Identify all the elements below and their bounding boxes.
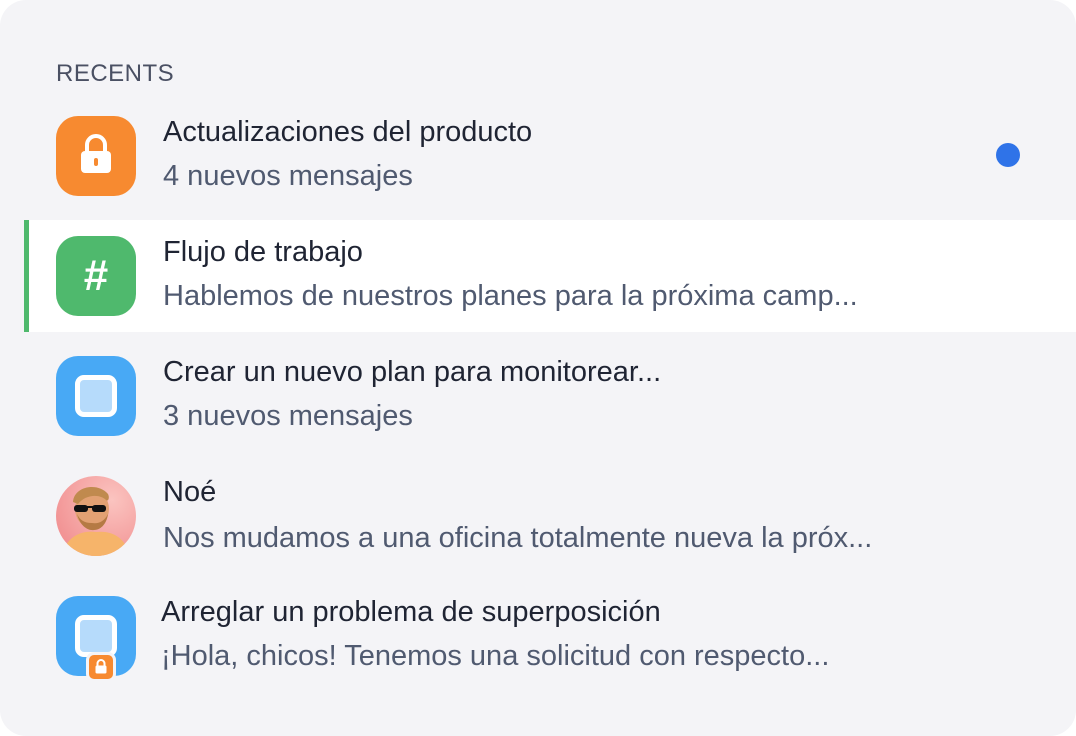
square-icon [56,356,136,436]
conversation-item[interactable]: Noé Nos mudamos a una oficina totalmente… [24,460,1076,572]
conversation-title: Flujo de trabajo [163,236,363,268]
conversation-subtitle: Hablemos de nuestros planes para la próx… [163,280,858,312]
lock-icon [56,116,136,196]
conversation-subtitle: ¡Hola, chicos! Tenemos una solicitud con… [161,640,830,672]
hash-icon: # [56,236,136,316]
conversation-title: Crear un nuevo plan para monitorear... [163,356,662,388]
conversation-subtitle: 3 nuevos mensajes [163,400,413,432]
recents-panel: RECENTS Actualizaciones del producto 4 n… [0,0,1076,736]
conversation-item-active[interactable]: # Flujo de trabajo Hablemos de nuestros … [24,220,1076,332]
conversation-title: Arreglar un problema de superposición [161,596,661,628]
recents-heading: RECENTS [56,60,175,87]
conversation-subtitle: Nos mudamos a una oficina totalmente nue… [163,522,873,554]
conversation-item[interactable]: Arreglar un problema de superposición ¡H… [24,582,1076,694]
avatar [56,476,136,556]
conversation-title: Noé [163,476,217,508]
conversation-subtitle: 4 nuevos mensajes [163,160,413,192]
unread-dot [996,143,1020,167]
conversation-title: Actualizaciones del producto [163,116,533,148]
conversation-item[interactable]: Actualizaciones del producto 4 nuevos me… [24,116,1076,228]
lock-badge-icon [86,652,116,682]
conversation-item[interactable]: Crear un nuevo plan para monitorear... 3… [24,340,1076,452]
active-indicator [24,220,29,332]
